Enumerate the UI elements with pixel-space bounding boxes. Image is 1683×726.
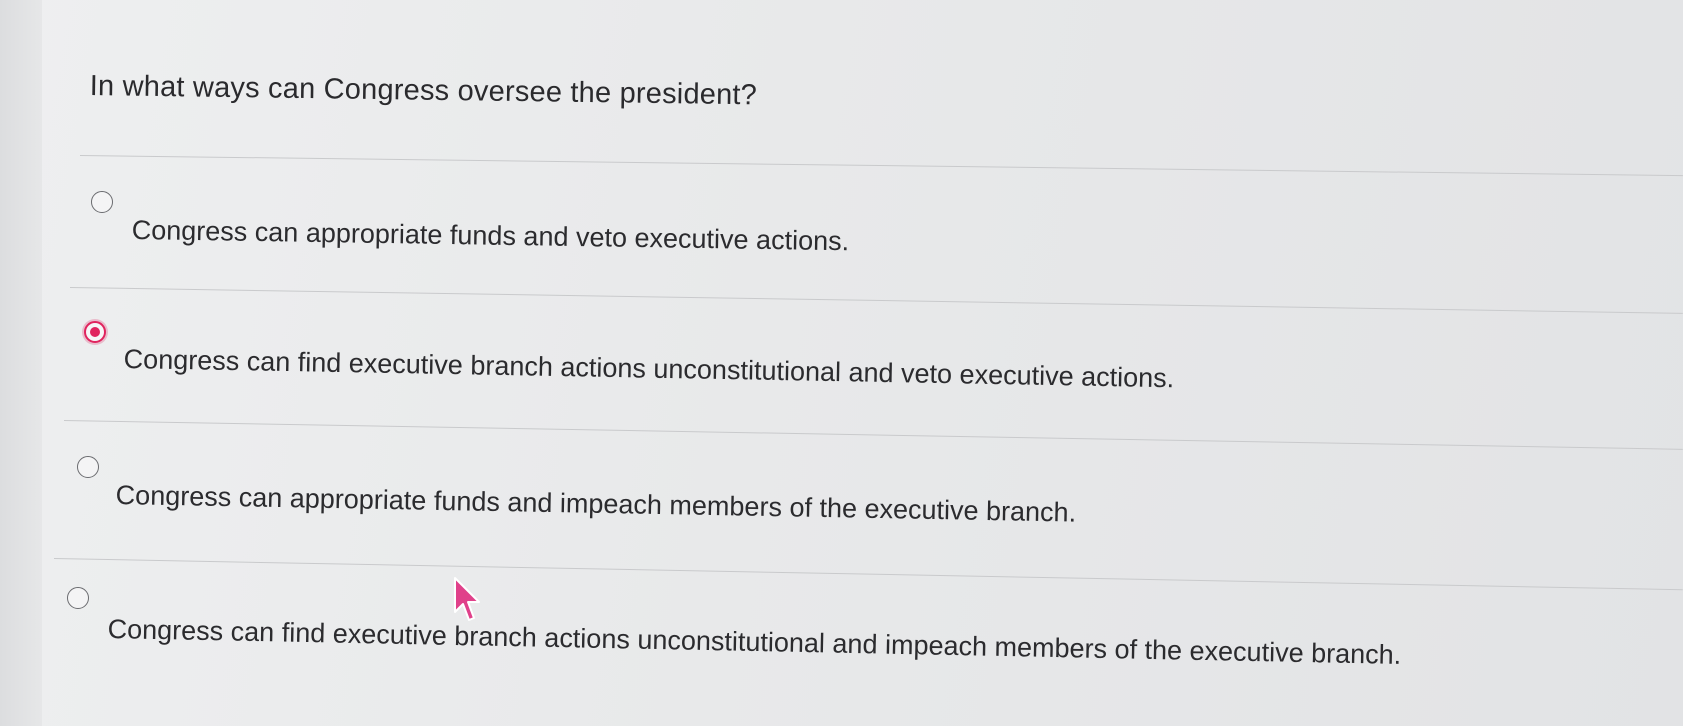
quiz-page: In what ways can Congress oversee the pr… xyxy=(0,0,1683,726)
option-1-label[interactable]: Congress can appropriate funds and veto … xyxy=(132,215,850,257)
mouse-pointer-icon xyxy=(454,577,480,621)
divider xyxy=(69,287,1683,314)
radio-button-option-4[interactable] xyxy=(67,587,89,609)
option-3-label[interactable]: Congress can appropriate funds and impea… xyxy=(115,480,1076,529)
radio-selected-dot xyxy=(90,327,100,337)
divider xyxy=(79,155,1683,177)
radio-button-option-2-selected[interactable] xyxy=(84,321,106,343)
option-4-label[interactable]: Congress can find executive branch actio… xyxy=(107,614,1401,671)
page-left-edge xyxy=(0,0,42,726)
divider xyxy=(53,558,1683,591)
divider xyxy=(63,420,1683,450)
radio-button-option-3[interactable] xyxy=(77,456,99,478)
question-text: In what ways can Congress oversee the pr… xyxy=(89,70,758,112)
option-2-label[interactable]: Congress can find executive branch actio… xyxy=(123,344,1174,394)
radio-button-option-1[interactable] xyxy=(91,191,113,213)
